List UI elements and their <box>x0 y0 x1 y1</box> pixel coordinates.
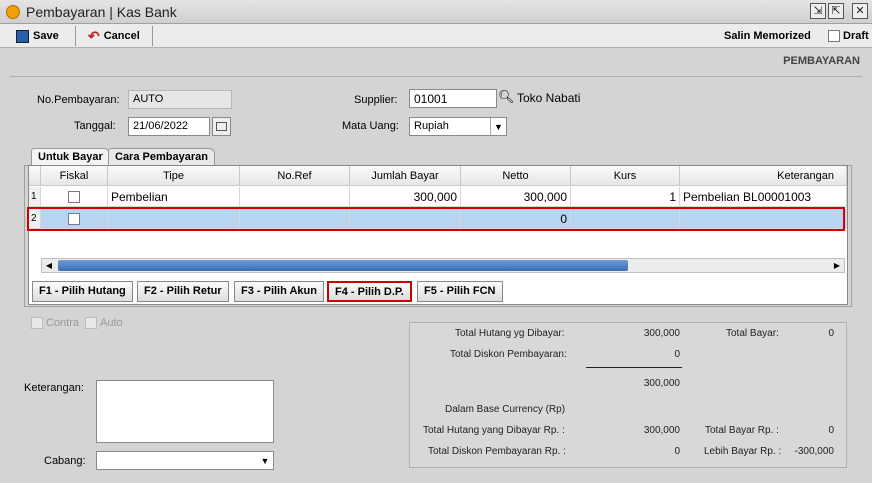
netto-cell[interactable]: 300,000 <box>461 187 571 207</box>
total-diskon-value: 0 <box>674 349 680 360</box>
contra-checkbox[interactable] <box>31 317 43 329</box>
sum-divider <box>586 367 682 368</box>
diskon-rp-label: Total Diskon Pembayaran Rp. : <box>428 446 566 457</box>
kurs-cell[interactable]: 1 <box>571 187 680 207</box>
total-bayar-value: 0 <box>828 328 834 339</box>
total-diskon-label: Total Diskon Pembayaran: <box>450 349 567 360</box>
lebih-bayar-label: Lebih Bayar Rp. : <box>704 446 782 457</box>
lebih-bayar-value: -300,000 <box>794 446 834 457</box>
pilih-dp-button[interactable]: F4 - Pilih D.P. <box>327 281 412 302</box>
total-hutang-label: Total Hutang yg Dibayar: <box>455 328 565 339</box>
no-pembayaran-field: AUTO <box>128 90 232 109</box>
summary-panel: Total Hutang yg Dibayar: 300,000 Total B… <box>409 322 847 468</box>
keterangan-label: Keterangan: <box>24 382 84 394</box>
contra-option[interactable]: Contra <box>31 317 79 329</box>
tanggal-field[interactable]: 21/06/2022 <box>128 117 210 136</box>
col-header-jumlah: Jumlah Bayar <box>350 166 461 186</box>
pilih-hutang-button[interactable]: F1 - Pilih Hutang <box>32 281 133 302</box>
supplier-name: Toko Nabati <box>517 91 581 105</box>
cabang-label: Cabang: <box>44 455 86 467</box>
save-label: Save <box>33 30 59 42</box>
close-icon[interactable]: ✕ <box>852 3 868 19</box>
fiskal-checkbox[interactable] <box>68 190 80 203</box>
salin-memorized-label: Salin Memorized <box>724 30 811 42</box>
row-number: 1 <box>29 187 41 207</box>
floppy-icon <box>16 29 29 43</box>
tanggal-label: Tanggal: <box>74 120 116 132</box>
cancel-button[interactable]: ↶ Cancel <box>84 27 144 45</box>
calendar-icon[interactable] <box>212 117 231 136</box>
draft-toggle[interactable]: Draft <box>828 30 869 42</box>
tipe-cell[interactable]: Pembelian <box>108 187 240 207</box>
app-icon <box>6 5 20 19</box>
mata-uang-label: Mata Uang: <box>342 120 399 132</box>
pilih-akun-button[interactable]: F3 - Pilih Akun <box>234 281 324 302</box>
col-header-keterangan: Keterangan <box>680 166 847 186</box>
scroll-right-icon[interactable]: ▶ <box>830 259 844 272</box>
row-num-header <box>29 166 41 186</box>
horizontal-scrollbar[interactable]: ◀ ▶ <box>41 258 845 273</box>
subtotal-value: 300,000 <box>643 378 680 389</box>
salin-memorized-button[interactable]: Salin Memorized <box>720 27 815 45</box>
no-pembayaran-label: No.Pembayaran: <box>37 94 120 106</box>
save-button[interactable]: Save <box>12 27 63 45</box>
col-header-kurs: Kurs <box>571 166 680 186</box>
pilih-retur-button[interactable]: F2 - Pilih Retur <box>137 281 229 302</box>
supplier-field[interactable]: 01001 <box>409 89 497 108</box>
pilih-fcn-button[interactable]: F5 - Pilih FCN <box>417 281 503 302</box>
tab-untuk-bayar[interactable]: Untuk Bayar <box>31 148 110 166</box>
row-highlight <box>27 207 845 231</box>
hutang-rp-value: 300,000 <box>643 425 680 436</box>
draft-label: Draft <box>843 30 869 42</box>
search-icon[interactable]: 🔍︎ <box>498 89 515 105</box>
diskon-rp-value: 0 <box>674 446 680 457</box>
keterangan-cell[interactable]: Pembelian BL00001003 <box>680 187 847 207</box>
noref-cell[interactable] <box>240 187 350 207</box>
tab-cara-pembayaran[interactable]: Cara Pembayaran <box>108 148 215 166</box>
toolbar-divider <box>152 26 153 46</box>
mata-uang-value: Rupiah <box>414 120 449 132</box>
cancel-label: Cancel <box>103 30 140 42</box>
hutang-rp-label: Total Hutang yang Dibayar Rp. : <box>423 425 565 436</box>
header-divider <box>10 76 862 77</box>
bayar-rp-value: 0 <box>828 425 834 436</box>
scroll-left-icon[interactable]: ◀ <box>42 259 56 272</box>
draft-checkbox[interactable] <box>828 30 840 42</box>
col-header-noref: No.Ref <box>240 166 350 186</box>
base-currency-label: Dalam Base Currency (Rp) <box>445 404 566 415</box>
page-label: PEMBAYARAN <box>783 55 860 67</box>
auto-checkbox[interactable] <box>85 317 97 329</box>
cabang-value <box>97 452 257 469</box>
contra-label: Contra <box>46 317 80 329</box>
col-header-tipe: Tipe <box>108 166 240 186</box>
total-bayar-label: Total Bayar: <box>726 328 779 339</box>
restore-icon[interactable]: ⇲ <box>810 3 826 19</box>
maximize-icon[interactable]: ⇱ <box>828 3 844 19</box>
col-header-fiskal: Fiskal <box>41 166 108 186</box>
cabang-select[interactable]: ▼ <box>96 451 274 470</box>
mata-uang-select[interactable]: Rupiah ▼ <box>409 117 507 136</box>
chevron-down-icon: ▼ <box>490 118 506 135</box>
scrollbar-thumb[interactable] <box>58 260 628 271</box>
auto-option[interactable]: Auto <box>85 317 123 329</box>
toolbar: Save ↶ Cancel Salin Memorized Draft <box>0 24 872 48</box>
undo-icon: ↶ <box>88 27 100 44</box>
title-bar: Pembayaran | Kas Bank ⇲ ⇱ ✕ <box>0 0 872 24</box>
bayar-rp-label: Total Bayar Rp. : <box>705 425 779 436</box>
window-title: Pembayaran | Kas Bank <box>26 4 177 20</box>
auto-label: Auto <box>100 317 123 329</box>
fiskal-cell[interactable] <box>41 187 108 207</box>
col-header-netto: Netto <box>461 166 571 186</box>
toolbar-divider <box>75 26 76 46</box>
supplier-label: Supplier: <box>354 94 398 106</box>
keterangan-textarea[interactable] <box>96 380 274 443</box>
jumlah-cell[interactable]: 300,000 <box>350 187 461 207</box>
total-hutang-value: 300,000 <box>643 328 680 339</box>
chevron-down-icon: ▼ <box>260 455 270 466</box>
